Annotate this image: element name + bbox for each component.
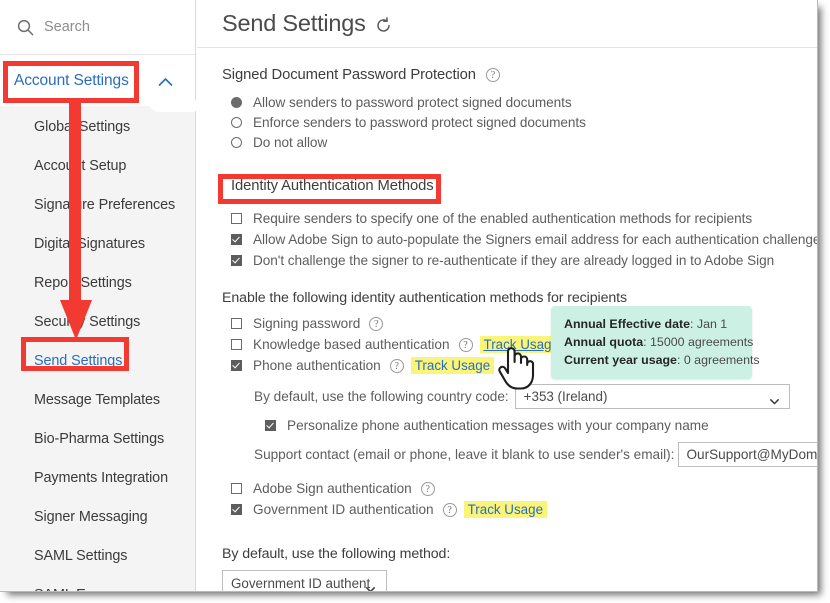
checkbox-dont-challenge-signer[interactable]: Don't challenge the signer to re-authent… [222,250,817,271]
password-protection-heading: Signed Document Password Protection ? [222,67,817,83]
checkbox-indicator[interactable] [265,420,276,431]
help-circle-icon[interactable]: ? [389,358,404,373]
checkbox-auto-populate-email[interactable]: Allow Adobe Sign to auto-populate the Si… [222,229,817,250]
radio-option-label: Allow senders to password protect signed… [253,94,572,110]
password-protection-heading-label: Signed Document Password Protection [222,67,476,83]
radio-option-label: Do not allow [253,134,328,150]
tooltip-line-effective-date: Annual Effective date: Jan 1 [564,315,741,333]
default-method-select-wrap[interactable]: Government ID authent [222,562,387,591]
support-contact-row: Support contact (email or phone, leave i… [254,442,817,467]
sidebar-item-label: SAML Errors [34,587,115,592]
search-bar[interactable] [0,0,195,55]
checkbox-indicator[interactable] [231,213,242,224]
sidebar-item-message-templates[interactable]: Message Templates [0,380,196,419]
search-input[interactable] [44,19,164,35]
checkbox-label: Require senders to specify one of the en… [253,211,753,226]
account-settings-highlight-box [3,61,139,103]
checkbox-indicator[interactable] [231,483,242,494]
auth-method-adobe-sign[interactable]: Adobe Sign authentication ? [222,478,817,499]
default-method-select[interactable]: Government ID authent [222,570,387,591]
checkbox-indicator[interactable] [231,234,242,245]
auth-method-label: Phone authentication [253,358,381,373]
country-code-select-wrap[interactable]: +353 (Ireland) [509,384,790,409]
app-window: Account Settings Global Settings Account… [0,0,818,592]
checkbox-label: Don't challenge the signer to re-authent… [253,253,775,268]
checkbox-require-senders-specify[interactable]: Require senders to specify one of the en… [222,208,817,229]
sidebar-item-label: Message Templates [34,391,161,408]
sidebar-item-global-settings[interactable]: Global Settings [0,107,196,146]
help-circle-icon[interactable]: ? [458,337,473,352]
radio-option-allow[interactable]: Allow senders to password protect signed… [222,92,817,112]
tooltip-line-label: Annual Effective date [564,317,690,331]
help-circle-icon[interactable]: ? [420,481,435,496]
tooltip-line-value: : Jan 1 [690,317,728,331]
radio-indicator[interactable] [231,116,242,128]
personalize-phone-row[interactable]: Personalize phone authentication message… [265,418,817,433]
password-protection-options: Allow senders to password protect signed… [222,92,817,152]
track-usage-link[interactable]: Track Usage [463,501,548,518]
auth-method-label: Knowledge based authentication [253,337,450,352]
radio-indicator[interactable] [231,136,242,148]
radio-option-label: Enforce senders to password protect sign… [253,114,586,130]
country-code-row: By default, use the following country co… [254,384,817,409]
tooltip-line-value: : 0 agreements [676,353,760,367]
usage-tooltip: Annual Effective date: Jan 1 Annual quot… [551,306,760,379]
page-header: Send Settings [197,0,817,48]
help-circle-icon[interactable]: ? [442,502,457,517]
checkbox-indicator[interactable] [231,504,242,515]
auth-method-government-id[interactable]: Government ID authentication ? Track Usa… [222,499,817,520]
track-usage-link[interactable]: Track Usage [410,357,495,374]
tooltip-line-annual-quota: Annual quota: 15000 agreements [564,333,753,351]
auth-method-label: Signing password [253,316,361,331]
refresh-icon[interactable] [375,17,392,34]
red-down-arrow [56,100,96,350]
sidebar-item-digital-signatures[interactable]: Digital Signatures [0,224,196,263]
search-icon [17,19,34,36]
sidebar-item-signer-messaging[interactable]: Signer Messaging [0,497,196,536]
country-code-label: By default, use the following country co… [254,389,509,404]
sidebar-item-label: Bio-Pharma Settings [34,430,165,447]
sidebar-item-account-setup[interactable]: Account Setup [0,146,196,185]
enable-methods-heading: Enable the following identity authentica… [222,290,627,306]
checkbox-indicator[interactable] [231,255,242,266]
help-circle-icon[interactable]: ? [369,316,384,331]
personalize-phone-label: Personalize phone authentication message… [287,418,709,433]
auth-method-label: Adobe Sign authentication [253,481,412,496]
auth-method-label: Government ID authentication [253,502,434,517]
checkbox-indicator[interactable] [231,339,242,350]
pointing-hand-cursor [495,344,535,390]
page-title: Send Settings [222,10,366,36]
tooltip-line-label: Annual quota [564,335,644,349]
sidebar-item-saml-settings[interactable]: SAML Settings [0,536,196,575]
sidebar-item-payments-integration[interactable]: Payments Integration [0,458,196,497]
sidebar-item-security-settings[interactable]: Security Settings [0,302,196,341]
main-panel: Send Settings Signed Document Password P… [197,0,817,591]
radio-indicator[interactable] [231,96,242,108]
chevron-up-icon[interactable] [158,74,173,86]
identity-auth-highlight-box [218,174,441,204]
support-contact-label: Support contact (email or phone, leave i… [254,447,675,462]
send-settings-highlight-box [21,337,129,371]
radio-option-enforce[interactable]: Enforce senders to password protect sign… [222,112,817,132]
tooltip-line-current-usage: Current year usage: 0 agreements [564,351,760,369]
identity-auth-checkbox-list: Require senders to specify one of the en… [222,208,817,271]
sidebar-item-report-settings[interactable]: Report Settings [0,263,196,302]
sidebar-item-saml-errors[interactable]: SAML Errors [0,575,196,592]
sidebar-item-label: SAML Settings [34,547,128,564]
default-method-label: By default, use the following method: [222,546,451,562]
tooltip-line-label: Current year usage [564,353,677,367]
checkbox-label: Allow Adobe Sign to auto-populate the Si… [253,232,817,247]
screenshot-root: Account Settings Global Settings Account… [0,0,830,603]
radio-option-do-not-allow[interactable]: Do not allow [222,132,817,152]
sidebar-item-signature-preferences[interactable]: Signature Preferences [0,185,196,224]
help-circle-icon[interactable]: ? [485,68,500,82]
sidebar-item-bio-pharma-settings[interactable]: Bio-Pharma Settings [0,419,196,458]
sidebar-item-label: Payments Integration [34,469,168,486]
country-code-select[interactable]: +353 (Ireland) [514,384,790,409]
tooltip-line-value: : 15000 agreements [643,335,754,349]
checkbox-indicator[interactable] [231,318,242,329]
checkbox-indicator[interactable] [231,360,242,371]
support-contact-input[interactable] [678,442,817,467]
sidebar-item-label: Signer Messaging [34,508,148,525]
